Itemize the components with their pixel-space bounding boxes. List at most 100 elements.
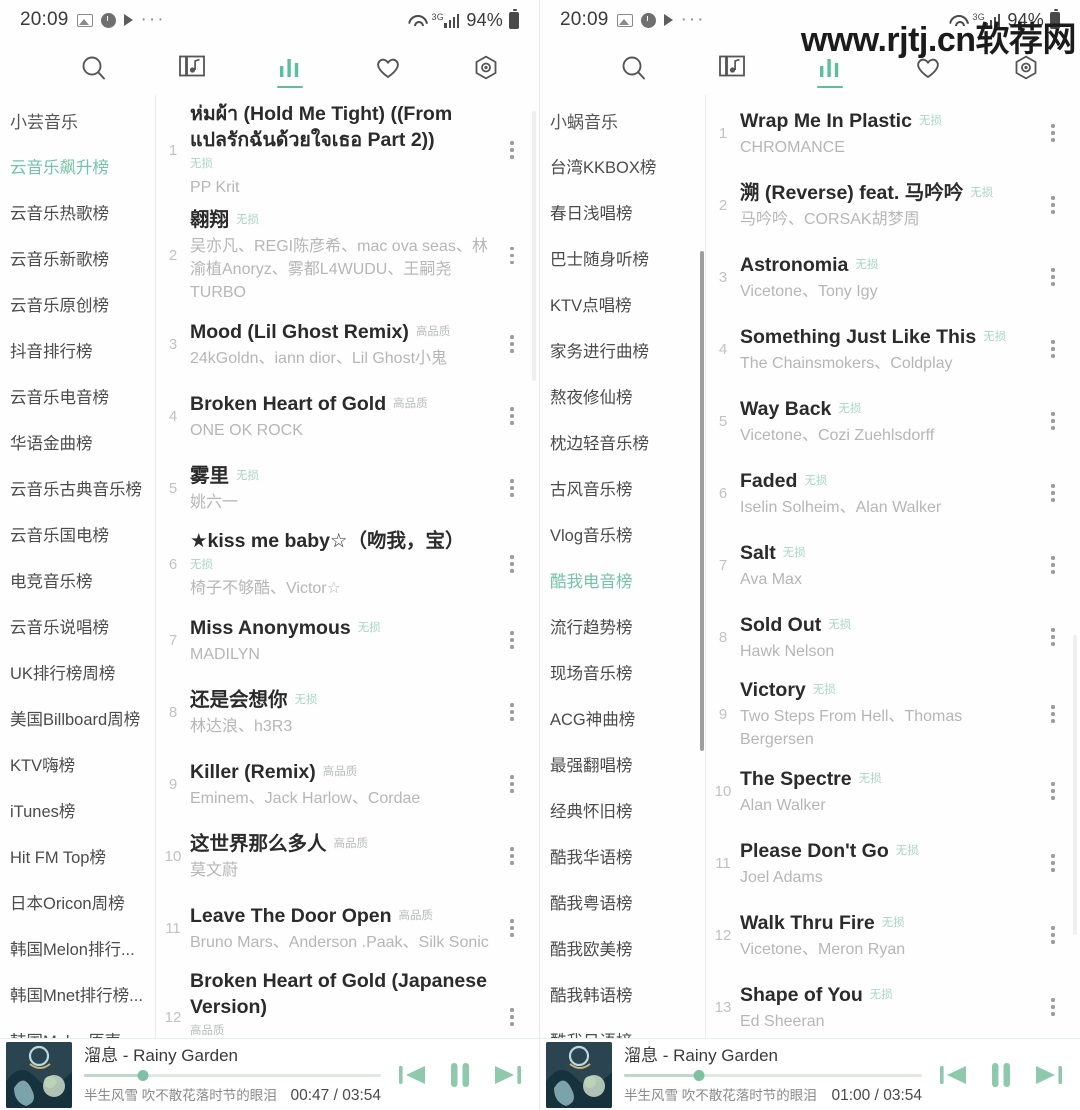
more-options-icon[interactable]: [499, 246, 525, 265]
more-options-icon[interactable]: [1040, 628, 1066, 646]
previous-button[interactable]: [395, 1058, 429, 1092]
sidebar-item-2[interactable]: 云音乐热歌榜: [0, 191, 156, 237]
song-row[interactable]: 7 Salt 无损 Ava Max: [706, 529, 1080, 601]
sidebar-item-19[interactable]: 酷我韩语榜: [540, 973, 706, 1019]
sidebar-item-9[interactable]: Vlog音乐榜: [540, 513, 706, 559]
song-row[interactable]: 3 Astronomia 无损 Vicetone、Tony Igy: [706, 241, 1080, 313]
more-options-icon[interactable]: [1040, 196, 1066, 214]
sidebar-item-7[interactable]: 枕边轻音乐榜: [540, 421, 706, 467]
progress-slider[interactable]: [624, 1069, 922, 1083]
sidebar-scrollbar[interactable]: [700, 251, 704, 751]
right-category-sidebar[interactable]: 小蜗音乐 台湾KKBOX榜 春日浅唱榜 巴士随身听榜 KTV点唱榜 家务进行曲榜 熬夜修仙榜…: [540, 95, 706, 1038]
sidebar-item-18[interactable]: 韩国Melon排行...: [0, 927, 156, 973]
more-options-icon[interactable]: [499, 703, 525, 721]
sidebar-item-13[interactable]: 美国Billboard周榜: [0, 697, 156, 743]
more-options-icon[interactable]: [1040, 854, 1066, 872]
sidebar-item-4[interactable]: KTV点唱榜: [540, 283, 706, 329]
settings-icon[interactable]: [466, 48, 506, 88]
more-options-icon[interactable]: [499, 479, 525, 497]
sidebar-item-4[interactable]: 云音乐原创榜: [0, 283, 156, 329]
more-options-icon[interactable]: [1040, 782, 1066, 800]
sidebar-item-6[interactable]: 熬夜修仙榜: [540, 375, 706, 421]
song-row[interactable]: 12 Walk Thru Fire 无损 Vicetone、Meron Ryan: [706, 899, 1080, 971]
sidebar-item-11[interactable]: 云音乐说唱榜: [0, 605, 156, 651]
rank-chart-icon[interactable]: [270, 48, 310, 88]
song-row[interactable]: 2 溯 (Reverse) feat. 马吟吟 无损 马吟吟、CORSAK胡梦周: [706, 169, 1080, 241]
more-options-icon[interactable]: [1040, 340, 1066, 358]
song-row[interactable]: 4 Something Just Like This 无损 The Chainsmok…: [706, 313, 1080, 385]
search-icon[interactable]: [614, 48, 654, 88]
more-options-icon[interactable]: [1040, 926, 1066, 944]
sidebar-item-1[interactable]: 台湾KKBOX榜: [540, 145, 706, 191]
more-options-icon[interactable]: [1040, 484, 1066, 502]
song-row[interactable]: 11 Leave The Door Open 高品质 Bruno Mars、Ander…: [156, 892, 539, 964]
song-row[interactable]: 1 Wrap Me In Plastic 无损 CHROMANCE: [706, 97, 1080, 169]
song-row[interactable]: 8 Sold Out 无损 Hawk Nelson: [706, 601, 1080, 673]
album-cover-art[interactable]: [6, 1041, 72, 1108]
album-cover-art[interactable]: [546, 1041, 612, 1108]
sidebar-item-20[interactable]: 酷我日语榜: [540, 1019, 706, 1038]
sidebar-item-12[interactable]: UK排行榜周榜: [0, 651, 156, 697]
sidebar-item-2[interactable]: 春日浅唱榜: [540, 191, 706, 237]
more-options-icon[interactable]: [499, 407, 525, 425]
song-row[interactable]: 5 Way Back 无损 Vicetone、Cozi Zuehlsdorff: [706, 385, 1080, 457]
sidebar-item-9[interactable]: 云音乐国电榜: [0, 513, 156, 559]
more-options-icon[interactable]: [1040, 268, 1066, 286]
song-row[interactable]: 10 The Spectre 无损 Alan Walker: [706, 755, 1080, 827]
progress-slider[interactable]: [84, 1069, 381, 1083]
more-options-icon[interactable]: [499, 555, 525, 573]
more-options-icon[interactable]: [499, 631, 525, 649]
song-row[interactable]: 7 Miss Anonymous 无损 MADILYN: [156, 604, 539, 676]
pause-button[interactable]: [443, 1058, 477, 1092]
sidebar-item-3[interactable]: 巴士随身听榜: [540, 237, 706, 283]
sidebar-item-5[interactable]: 家务进行曲榜: [540, 329, 706, 375]
song-row[interactable]: 2 翱翔 无损 吴亦凡、REGI陈彦希、mac ova seas、林渝植Anoryz、…: [156, 203, 539, 308]
more-options-icon[interactable]: [499, 335, 525, 353]
song-row[interactable]: 6 ★kiss me baby☆（吻我，宝） 无损 椅子不够酷、Victor☆: [156, 524, 539, 604]
sidebar-item-16[interactable]: Hit FM Top榜: [0, 835, 156, 881]
progress-knob[interactable]: [693, 1070, 704, 1081]
song-row[interactable]: 9 Killer (Remix) 高品质 Eminem、Jack Harlow、Cor…: [156, 748, 539, 820]
sidebar-item-7[interactable]: 华语金曲榜: [0, 421, 156, 467]
progress-knob[interactable]: [137, 1070, 149, 1081]
sidebar-item-5[interactable]: 抖音排行榜: [0, 329, 156, 375]
sidebar-item-10[interactable]: 电竞音乐榜: [0, 559, 156, 605]
more-options-icon[interactable]: [499, 847, 525, 865]
more-options-icon[interactable]: [1040, 556, 1066, 574]
left-category-sidebar[interactable]: 小芸音乐 云音乐飙升榜 云音乐热歌榜 云音乐新歌榜 云音乐原创榜 抖音排行榜 云音乐电音榜华…: [0, 95, 156, 1038]
more-options-icon[interactable]: [499, 919, 525, 937]
sidebar-item-15[interactable]: 经典怀旧榜: [540, 789, 706, 835]
heart-icon[interactable]: [368, 48, 408, 88]
sidebar-item-1[interactable]: 云音乐飙升榜: [0, 145, 156, 191]
song-row[interactable]: 12 Broken Heart of Gold (Japanese Version…: [156, 964, 539, 1038]
sidebar-item-6[interactable]: 云音乐电音榜: [0, 375, 156, 421]
sidebar-item-15[interactable]: iTunes榜: [0, 789, 156, 835]
sidebar-item-19[interactable]: 韩国Mnet排行榜...: [0, 973, 156, 1019]
sidebar-item-13[interactable]: ACG神曲榜: [540, 697, 706, 743]
sidebar-item-20[interactable]: 韩国Melon原声...: [0, 1019, 156, 1038]
song-row[interactable]: 11 Please Don't Go 无损 Joel Adams: [706, 827, 1080, 899]
more-options-icon[interactable]: [1040, 998, 1066, 1016]
sidebar-item-14[interactable]: 最强翻唱榜: [540, 743, 706, 789]
sidebar-item-10[interactable]: 酷我电音榜: [540, 559, 706, 605]
previous-button[interactable]: [936, 1058, 970, 1092]
sidebar-item-17[interactable]: 酷我粤语榜: [540, 881, 706, 927]
more-options-icon[interactable]: [499, 141, 525, 159]
music-library-icon[interactable]: [712, 48, 752, 88]
sidebar-item-14[interactable]: KTV嗨榜: [0, 743, 156, 789]
pause-button[interactable]: [984, 1058, 1018, 1092]
more-options-icon[interactable]: [1040, 412, 1066, 430]
sidebar-item-8[interactable]: 云音乐古典音乐榜: [0, 467, 156, 513]
left-list-scrollbar[interactable]: [532, 111, 536, 381]
music-library-icon[interactable]: [172, 48, 212, 88]
song-row[interactable]: 9 Victory 无损 Two Steps From Hell、Thomas Ber…: [706, 673, 1080, 755]
search-icon[interactable]: [74, 48, 114, 88]
more-options-icon[interactable]: [499, 1008, 525, 1026]
next-button[interactable]: [491, 1058, 525, 1092]
song-row[interactable]: 4 Broken Heart of Gold 高品质 ONE OK ROCK: [156, 380, 539, 452]
more-options-icon[interactable]: [1040, 705, 1066, 723]
sidebar-item-11[interactable]: 流行趋势榜: [540, 605, 706, 651]
right-list-scrollbar[interactable]: [1073, 635, 1077, 935]
right-song-list[interactable]: 1 Wrap Me In Plastic 无损 CHROMANCE 2 溯 (Revers…: [706, 95, 1080, 1038]
song-row[interactable]: 8 还是会想你 无损 林达浪、h3R3: [156, 676, 539, 748]
